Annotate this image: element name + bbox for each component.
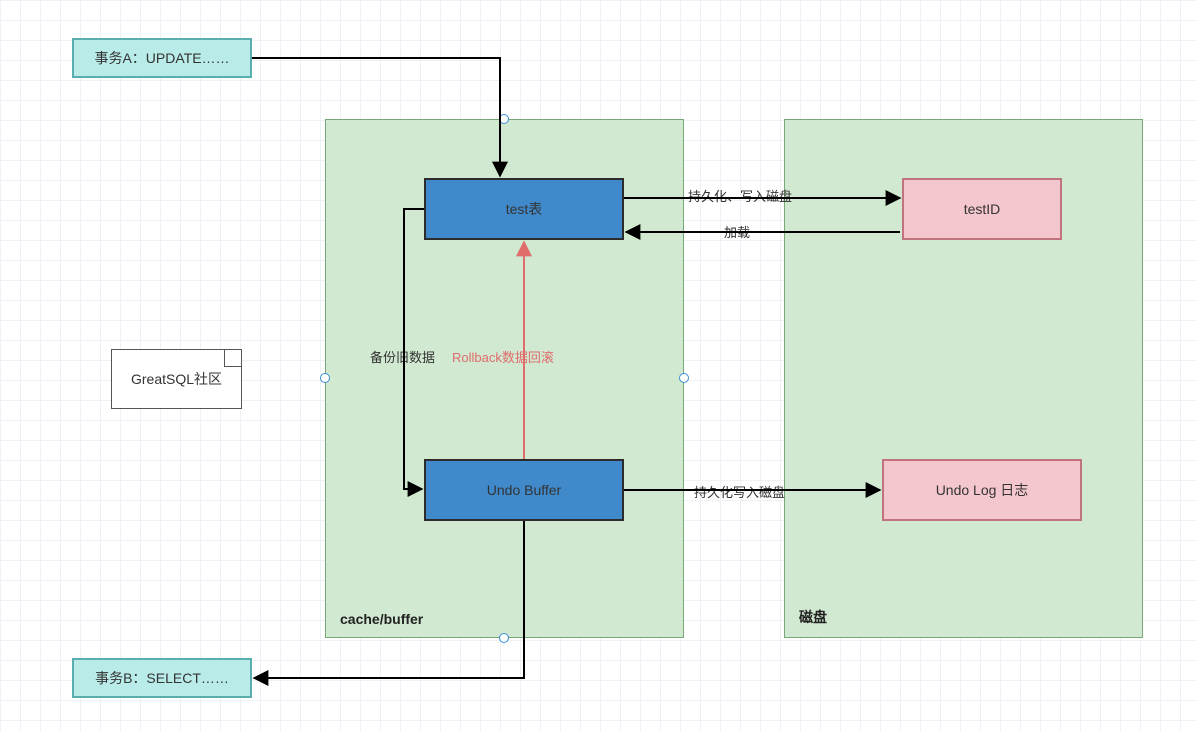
node-transaction-b: 事务B：SELECT…… (72, 658, 252, 698)
text: Undo Buffer (487, 482, 561, 498)
node-test-id: testID (902, 178, 1062, 240)
handle[interactable] (679, 373, 689, 383)
handle[interactable] (499, 114, 509, 124)
edge-label-rollback: Rollback数据回滚 (452, 347, 554, 366)
node-test-table: test表 (424, 178, 624, 240)
text: testID (964, 201, 1001, 217)
edge-label-backup-old: 备份旧数据 (370, 347, 435, 366)
diagram-canvas: cache/buffer 磁盘 事务A：UPDATE…… 事务B：SELECT…… (0, 0, 1196, 731)
container-label-cache: cache/buffer (340, 611, 423, 627)
text: 事务B：SELECT…… (95, 668, 229, 688)
edge-label-load: 加载 (724, 222, 750, 241)
handle[interactable] (499, 633, 509, 643)
text: 事务A：UPDATE…… (94, 48, 229, 68)
container-label-disk: 磁盘 (799, 607, 827, 627)
node-undo-log: Undo Log 日志 (882, 459, 1082, 521)
node-undo-buffer: Undo Buffer (424, 459, 624, 521)
text: Undo Log 日志 (936, 480, 1029, 500)
note-greatsql: GreatSQL社区 (111, 349, 242, 409)
node-transaction-a: 事务A：UPDATE…… (72, 38, 252, 78)
text: test表 (506, 199, 543, 219)
edge-label-persist-undo: 持久化写入磁盘 (694, 482, 785, 501)
edge-label-persist-write: 持久化、写入磁盘 (688, 186, 792, 205)
note-fold-icon (224, 350, 241, 367)
text: GreatSQL社区 (131, 369, 222, 389)
handle[interactable] (320, 373, 330, 383)
